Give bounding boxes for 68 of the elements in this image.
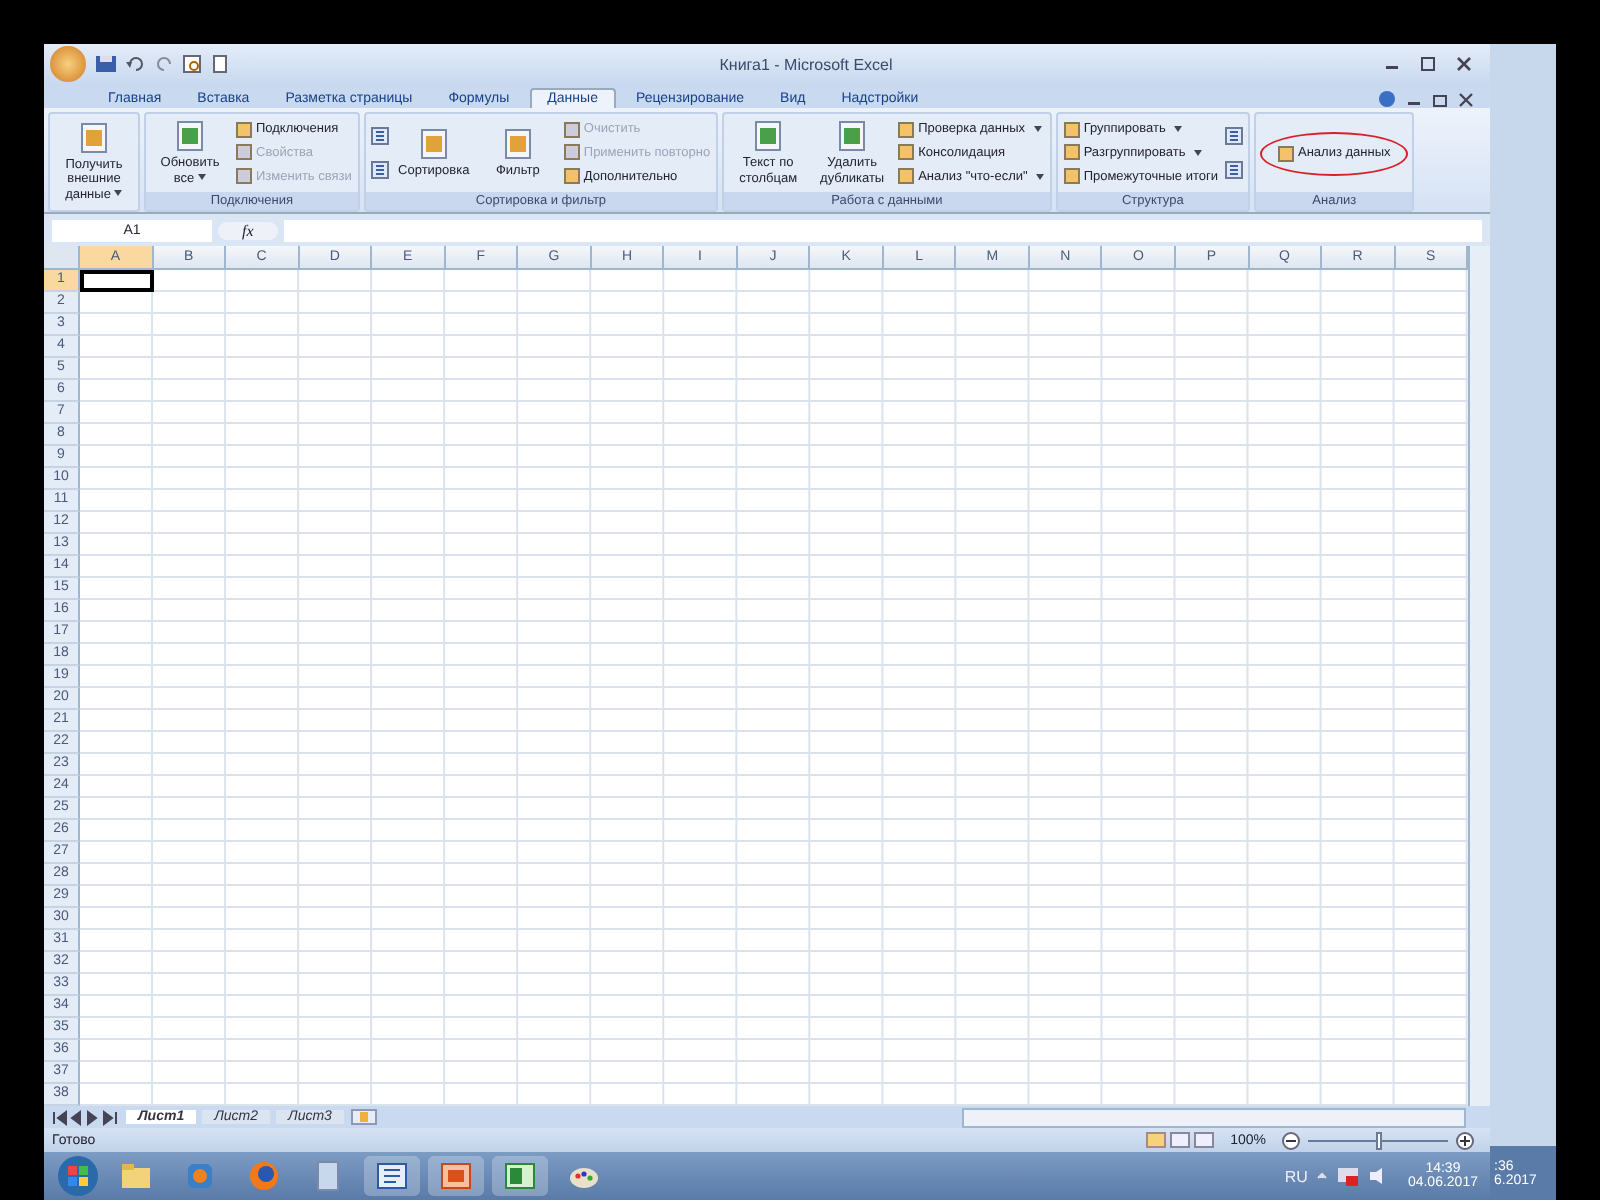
document-icon bbox=[78, 122, 110, 155]
caret-icon bbox=[1035, 173, 1044, 180]
maximize-icon[interactable] bbox=[1418, 56, 1438, 72]
tile-icon bbox=[898, 168, 915, 185]
horizontal-scrollbar[interactable] bbox=[962, 1107, 1466, 1127]
taskbar-button[interactable] bbox=[492, 1156, 548, 1196]
tile-icon bbox=[236, 121, 252, 138]
tile-icon bbox=[1278, 145, 1294, 161]
new-document-icon[interactable] bbox=[210, 54, 230, 74]
formula-input[interactable] bbox=[283, 219, 1482, 241]
insert-function-button[interactable]: fx bbox=[218, 221, 278, 239]
document-icon bbox=[376, 1162, 408, 1190]
office-button[interactable] bbox=[50, 46, 86, 82]
page-layout-icon[interactable] bbox=[1170, 1132, 1191, 1148]
list-icon[interactable] bbox=[1224, 160, 1244, 181]
tile-icon bbox=[1063, 121, 1080, 138]
restore-icon[interactable] bbox=[1432, 91, 1448, 107]
list-icon[interactable] bbox=[1224, 125, 1244, 146]
tile-icon bbox=[1063, 144, 1080, 161]
document-icon bbox=[752, 120, 785, 153]
tile-icon bbox=[563, 144, 580, 161]
speaker-icon[interactable] bbox=[1367, 1166, 1388, 1186]
zoom-in-icon[interactable] bbox=[1456, 1131, 1474, 1149]
document-icon bbox=[174, 120, 206, 153]
print-preview-icon[interactable] bbox=[182, 54, 202, 74]
taskbar-button[interactable] bbox=[428, 1156, 484, 1196]
document-icon bbox=[836, 120, 869, 153]
language-indicator[interactable]: RU bbox=[1284, 1167, 1308, 1185]
normal-view-icon[interactable] bbox=[1146, 1132, 1167, 1148]
tile-icon bbox=[1063, 168, 1080, 185]
tile-icon bbox=[563, 121, 580, 138]
redo-icon[interactable] bbox=[154, 54, 174, 74]
close-icon[interactable] bbox=[1454, 56, 1474, 72]
tile-icon bbox=[898, 144, 915, 161]
caret-icon bbox=[198, 174, 207, 181]
calculator-icon[interactable] bbox=[316, 1160, 340, 1192]
tile-icon bbox=[563, 168, 580, 185]
tile-icon bbox=[236, 168, 252, 185]
active-cell[interactable] bbox=[80, 270, 154, 292]
browser-globe-icon[interactable] bbox=[248, 1160, 280, 1192]
zoom-out-icon[interactable] bbox=[1282, 1131, 1300, 1149]
tray-arrow-icon[interactable] bbox=[1315, 1170, 1328, 1182]
spreadsheet-icon bbox=[504, 1162, 536, 1190]
save-icon[interactable] bbox=[94, 54, 118, 74]
window-title: Книга1 - Microsoft Excel bbox=[717, 55, 895, 73]
insert-sheet-icon[interactable] bbox=[349, 1108, 378, 1126]
document-icon bbox=[501, 127, 534, 160]
caret-icon bbox=[1033, 126, 1042, 133]
page-break-icon[interactable] bbox=[1194, 1132, 1215, 1148]
undo-icon[interactable] bbox=[126, 54, 146, 74]
help-icon[interactable] bbox=[1378, 90, 1396, 108]
tile-icon bbox=[898, 121, 915, 138]
caret-icon bbox=[1193, 149, 1202, 156]
taskbar-button[interactable] bbox=[364, 1156, 420, 1196]
start-button[interactable] bbox=[56, 1154, 100, 1198]
sheet-navigation-icon[interactable] bbox=[52, 1109, 120, 1125]
list-icon[interactable] bbox=[369, 160, 390, 181]
network-icon[interactable] bbox=[1335, 1166, 1360, 1186]
folder-icon[interactable] bbox=[120, 1162, 152, 1190]
list-icon[interactable] bbox=[369, 125, 390, 146]
vertical-scrollbar[interactable] bbox=[1468, 246, 1490, 1106]
caret-icon bbox=[1173, 126, 1182, 133]
presentation-icon bbox=[440, 1162, 472, 1190]
zoom-slider-thumb[interactable] bbox=[1375, 1131, 1381, 1149]
document-icon bbox=[417, 127, 450, 160]
caret-icon bbox=[114, 190, 123, 197]
close-icon[interactable] bbox=[1458, 91, 1474, 107]
tile-icon bbox=[236, 144, 252, 161]
